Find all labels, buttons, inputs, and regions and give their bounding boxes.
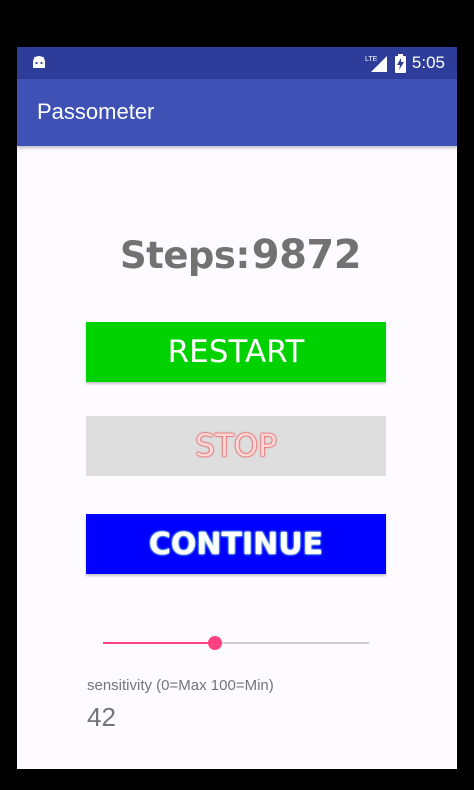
signal-icon: LTE	[365, 56, 387, 72]
slider-thumb[interactable]	[207, 636, 222, 650]
step-counter: Steps: 9872	[120, 225, 396, 285]
network-type-label: LTE	[365, 56, 378, 63]
status-time: 5:05	[411, 53, 445, 72]
android-debug-icon	[33, 56, 45, 68]
sensitivity-label: sensitivity (0=Max 100=Min)	[87, 677, 274, 694]
steps-label: Steps:	[120, 233, 250, 277]
stop-button[interactable]: STOP	[86, 416, 386, 476]
sensitivity-slider[interactable]	[103, 633, 369, 653]
sensitivity-value: 42	[87, 702, 116, 732]
app-title: Passometer	[37, 99, 155, 124]
app-bar: Passometer	[17, 79, 457, 146]
slider-track-filled	[103, 642, 215, 644]
steps-value: 9872	[251, 232, 362, 278]
status-icons: LTE 5:05	[365, 47, 445, 79]
battery-charging-icon	[394, 53, 406, 73]
continue-button[interactable]: CONTINUE	[86, 514, 386, 574]
status-bar: LTE 5:05	[17, 47, 457, 79]
restart-button[interactable]: RESTART	[86, 322, 386, 382]
app-screen: LTE 5:05 Passometer Steps: 9872 RESTART …	[17, 47, 457, 769]
